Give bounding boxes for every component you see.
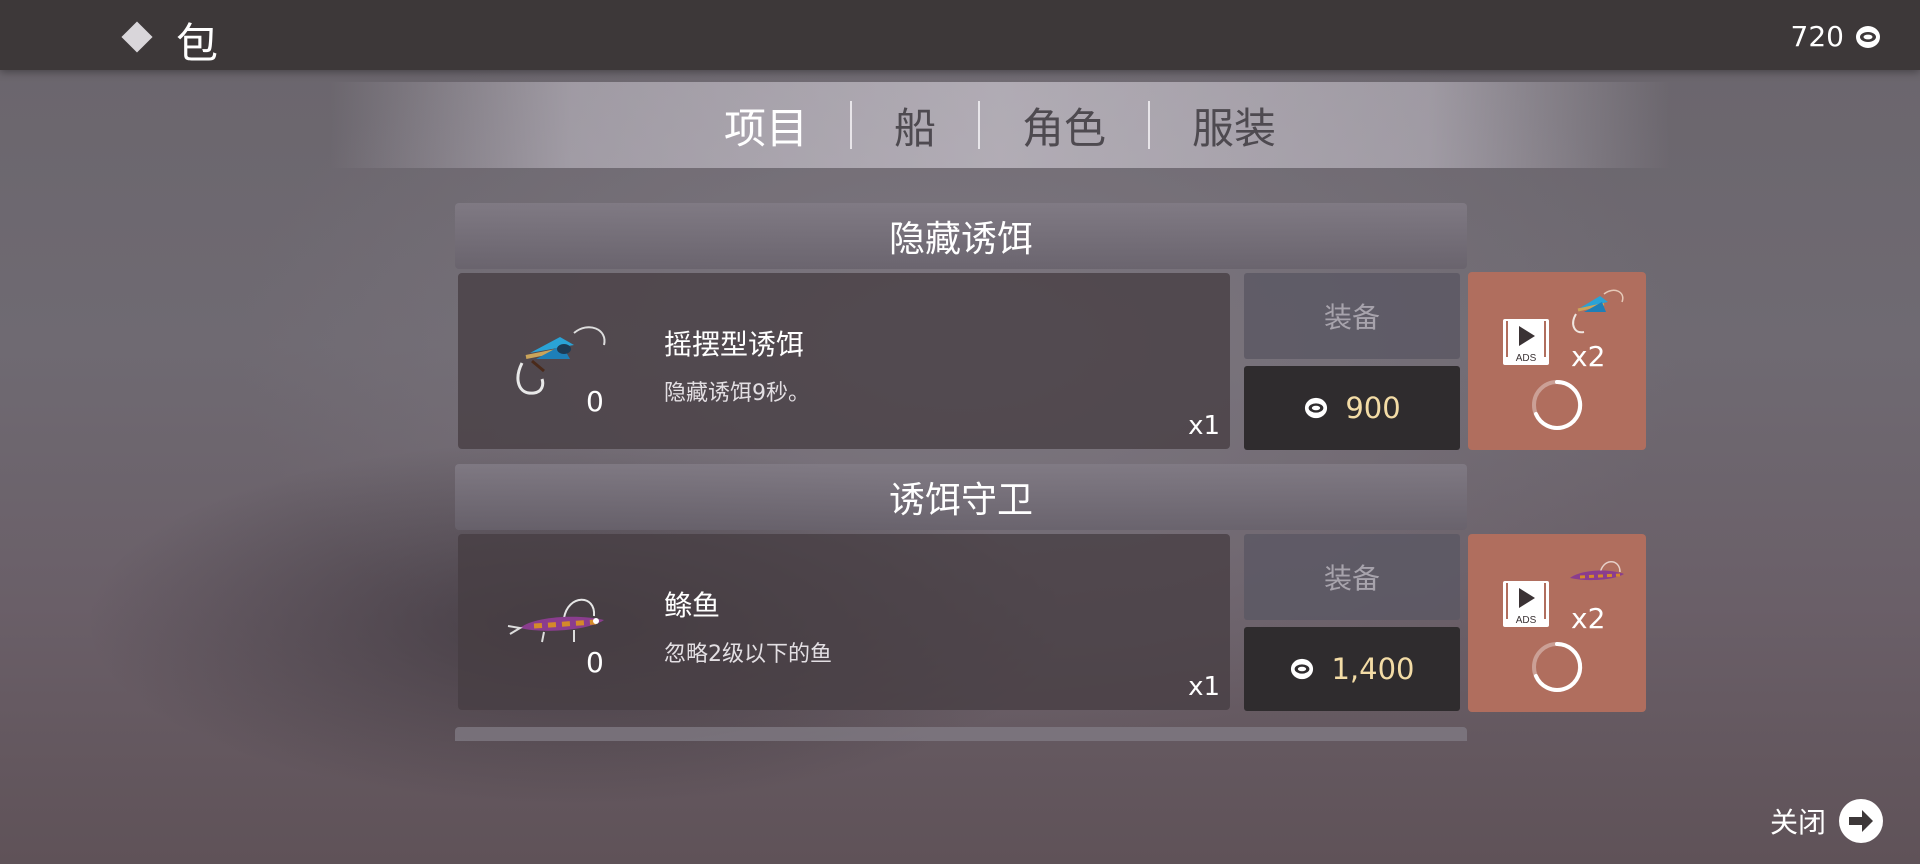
equip-button[interactable]: 装备 xyxy=(1244,534,1460,620)
item-card-swing-lure[interactable]: 0 摇摆型诱饵 隐藏诱饵9秒。 x1 xyxy=(458,273,1230,449)
loading-spinner-icon xyxy=(1532,379,1583,430)
coin-icon xyxy=(1291,658,1314,680)
price-label: 900 xyxy=(1345,391,1401,425)
ads-label: ADS xyxy=(1516,615,1537,626)
section-header-hide-lure: 隐藏诱饵 xyxy=(455,203,1467,269)
ads-video-icon: ADS xyxy=(1503,319,1549,365)
tab-divider xyxy=(849,101,852,149)
item-card-minnow[interactable]: 0 鲦鱼 忽略2级以下的鱼 x1 xyxy=(458,534,1230,710)
tab-divider xyxy=(978,101,980,149)
minnow-lure-icon xyxy=(1570,561,1624,581)
item-name: 鲦鱼 xyxy=(664,589,721,622)
price-label: 1,400 xyxy=(1331,652,1415,686)
watch-ad-button[interactable]: ADS x2 xyxy=(1468,272,1646,450)
section-header-partial xyxy=(455,727,1467,741)
section-header-lure-guard: 诱饵守卫 xyxy=(455,464,1467,530)
reward-multiplier: x2 xyxy=(1571,340,1606,373)
item-name: 摇摆型诱饵 xyxy=(664,328,805,361)
back-diamond-icon[interactable] xyxy=(121,21,153,53)
tab-bar: 项目 船 角色 服装 xyxy=(330,82,1670,168)
equip-button[interactable]: 装备 xyxy=(1244,273,1460,359)
item-quantity: x1 xyxy=(1188,411,1220,441)
coin-icon xyxy=(1856,25,1880,48)
item-quantity: x1 xyxy=(1188,672,1220,702)
ads-video-icon: ADS xyxy=(1503,581,1549,627)
currency-amount: 720 xyxy=(1790,20,1844,53)
tab-divider xyxy=(1148,101,1151,149)
close-button[interactable]: 关闭 xyxy=(1770,798,1884,844)
reward-multiplier: x2 xyxy=(1571,602,1606,635)
close-label: 关闭 xyxy=(1769,806,1826,839)
page-title: 包 xyxy=(176,19,219,68)
tab-items[interactable]: 项目 xyxy=(682,95,850,156)
tab-characters[interactable]: 角色 xyxy=(980,95,1148,156)
top-bar: 包 720 xyxy=(0,0,1920,70)
loading-spinner-icon xyxy=(1532,641,1583,692)
item-description: 隐藏诱饵9秒。 xyxy=(664,381,810,406)
item-description: 忽略2级以下的鱼 xyxy=(664,642,832,667)
watch-ad-button[interactable]: ADS x2 xyxy=(1468,534,1646,712)
arrow-right-circle-icon xyxy=(1839,799,1883,843)
owned-count: 0 xyxy=(586,385,604,418)
tab-outfits[interactable]: 服装 xyxy=(1150,95,1318,156)
buy-button[interactable]: 900 xyxy=(1244,366,1460,450)
fly-lure-icon xyxy=(1572,289,1624,334)
ads-label: ADS xyxy=(1516,353,1537,364)
buy-button[interactable]: 1,400 xyxy=(1244,627,1460,711)
owned-count: 0 xyxy=(586,646,604,679)
coin-icon xyxy=(1305,397,1328,419)
currency-display: 720 xyxy=(1791,20,1882,53)
tab-boats[interactable]: 船 xyxy=(852,95,978,156)
